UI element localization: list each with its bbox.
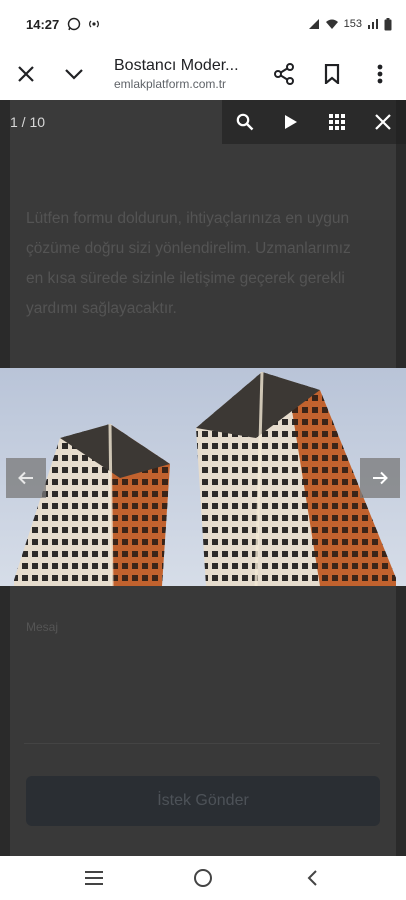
- arrow-right-icon: [373, 471, 388, 485]
- building-photo[interactable]: [0, 368, 406, 586]
- system-nav-bar: [0, 856, 406, 900]
- expand-button[interactable]: [50, 50, 98, 98]
- arrow-left-icon: [18, 471, 33, 485]
- slideshow-button[interactable]: [268, 100, 314, 144]
- page-title: Bostancı Moder...: [114, 57, 239, 74]
- play-icon: [285, 115, 297, 129]
- message-label: Mesaj: [26, 620, 59, 634]
- signal-icon: [308, 19, 319, 29]
- close-lightbox-button[interactable]: [360, 100, 406, 144]
- signal-bars-icon: [368, 19, 378, 29]
- close-button[interactable]: [2, 50, 50, 98]
- send-request-button[interactable]: İstek Gönder: [26, 776, 380, 826]
- next-image-button[interactable]: [360, 458, 400, 498]
- form-intro-text: Lütfen formu doldurun, ihtiyaçlarınıza e…: [26, 210, 351, 317]
- bookmark-button[interactable]: [308, 50, 356, 98]
- lightbox-overlay: Lütfen formu doldurun, ihtiyaçlarınıza e…: [0, 100, 406, 856]
- recents-button[interactable]: [72, 856, 116, 900]
- whatsapp-icon: [68, 17, 81, 31]
- thumbnails-button[interactable]: [314, 100, 360, 144]
- share-icon: [274, 63, 294, 85]
- recents-icon: [85, 871, 104, 885]
- bookmark-icon: [324, 64, 340, 84]
- close-icon: [18, 66, 34, 82]
- more-vert-icon: [377, 64, 383, 84]
- lightbox-toolbar: [222, 100, 406, 144]
- grid-icon: [329, 114, 345, 130]
- back-icon: [307, 870, 317, 886]
- page-url: emlakplatform.com.tr: [114, 77, 227, 91]
- search-icon: [236, 113, 254, 131]
- wifi-icon: [325, 19, 338, 29]
- back-button[interactable]: [290, 856, 334, 900]
- status-right-text: 153: [343, 18, 362, 30]
- battery-icon: [384, 17, 392, 30]
- image-counter: 1 / 10: [10, 114, 46, 130]
- previous-image-button[interactable]: [6, 458, 46, 498]
- page-title-block: Bostancı Moder... emlakplatform.com.tr: [98, 57, 260, 91]
- zoom-button[interactable]: [222, 100, 268, 144]
- more-options-button[interactable]: [356, 50, 404, 98]
- status-bar: 14:27 153: [0, 0, 406, 48]
- close-icon: [375, 114, 391, 130]
- hotspot-icon: [89, 20, 100, 28]
- message-textarea[interactable]: [24, 640, 380, 744]
- home-icon: [193, 869, 212, 887]
- home-button[interactable]: [181, 856, 225, 900]
- browser-app-bar: Bostancı Moder... emlakplatform.com.tr: [0, 48, 406, 100]
- status-time: 14:27: [26, 16, 60, 32]
- chevron-down-icon: [65, 69, 83, 80]
- share-button[interactable]: [260, 50, 308, 98]
